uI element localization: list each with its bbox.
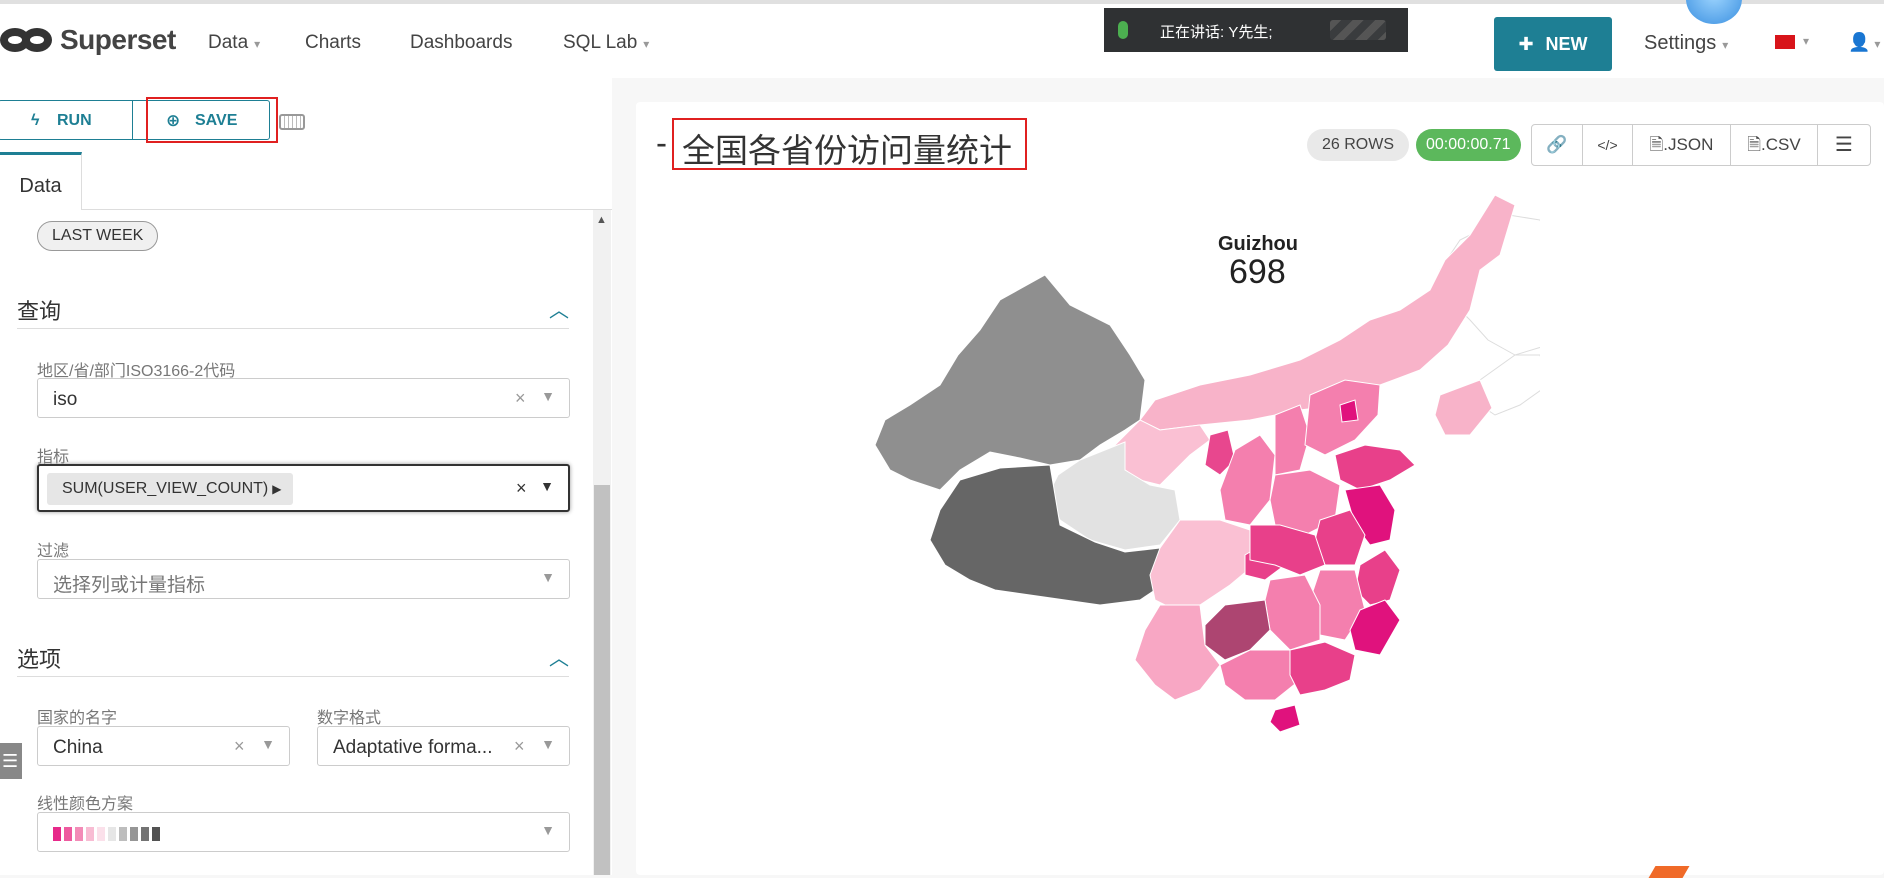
- query-section-title[interactable]: 查询: [17, 294, 61, 326]
- color-swatch: [108, 827, 116, 841]
- province-liaoning[interactable]: [1434, 379, 1493, 436]
- dropdown-arrow-icon[interactable]: ▼: [541, 822, 555, 838]
- color-swatch: [130, 827, 138, 841]
- number-format-select[interactable]: Adaptative forma... × ▼: [317, 726, 570, 766]
- country-value: China: [53, 737, 103, 758]
- json-file-icon: 🗎: [1649, 135, 1664, 154]
- run-button[interactable]: ϟ RUN: [0, 100, 133, 140]
- dropdown-arrow-icon[interactable]: ▼: [541, 569, 555, 585]
- china-province-map[interactable]: [780, 180, 1540, 860]
- dropdown-arrow-icon[interactable]: ▼: [541, 388, 555, 404]
- options-section-title[interactable]: 选项: [17, 642, 61, 674]
- region-code-select[interactable]: iso × ▼: [37, 378, 570, 418]
- nav-data-menu[interactable]: Data: [208, 32, 260, 54]
- csv-download-button[interactable]: 🗎.CSV: [1730, 125, 1817, 165]
- settings-menu[interactable]: Settings: [1644, 32, 1728, 55]
- chevron-up-icon[interactable]: ︿: [549, 642, 569, 671]
- number-format-value: Adaptative forma...: [333, 737, 493, 758]
- color-scheme-label: 线性颜色方案: [37, 796, 134, 813]
- chevron-up-icon[interactable]: ︿: [549, 294, 569, 323]
- voice-notification: 正在讲话: Y先生;: [1104, 8, 1408, 52]
- province-guangdong[interactable]: [1289, 641, 1356, 696]
- menu-icon[interactable]: ☰: [1817, 125, 1870, 165]
- run-button-label: RUN: [57, 112, 92, 129]
- user-menu-icon[interactable]: 👤 ▾: [1848, 32, 1880, 53]
- top-navbar: Superset Data Charts Dashboards SQL Lab …: [0, 0, 1884, 78]
- dropdown-arrow-icon[interactable]: ▼: [541, 736, 555, 752]
- logo-ring-right-icon: [22, 28, 52, 52]
- dropdown-arrow-icon[interactable]: ▼: [261, 736, 275, 752]
- color-scheme-select[interactable]: ▼: [37, 812, 570, 852]
- color-swatch: [64, 827, 72, 841]
- query-timer-badge: 00:00:00.71: [1416, 129, 1521, 161]
- row-count-badge: 26 ROWS: [1307, 129, 1410, 161]
- country-name-label: 国家的名字: [37, 710, 118, 727]
- keyboard-icon[interactable]: [279, 114, 305, 130]
- clear-icon[interactable]: ×: [516, 478, 527, 499]
- chart-actions-group: 🔗 </> 🗎.JSON 🗎.CSV ☰: [1531, 124, 1871, 166]
- bolt-icon: ϟ: [31, 112, 40, 129]
- title-highlight-box: [672, 118, 1027, 170]
- nav-sql-lab-menu[interactable]: SQL Lab: [563, 32, 649, 54]
- province-yunnan[interactable]: [1134, 604, 1221, 701]
- app-name: Superset: [60, 24, 176, 55]
- new-button[interactable]: ✚ NEW: [1494, 17, 1612, 71]
- metric-select[interactable]: SUM(USER_VIEW_COUNT) ▶ × ▼: [37, 464, 570, 512]
- nav-dashboards[interactable]: Dashboards: [410, 32, 512, 54]
- language-caret-icon[interactable]: ▾: [1803, 34, 1809, 48]
- province-hainan[interactable]: [1269, 704, 1301, 733]
- region-code-value: iso: [53, 389, 78, 410]
- code-icon[interactable]: </>: [1582, 125, 1632, 165]
- color-swatch: [152, 827, 160, 841]
- plus-icon: ✚: [1518, 34, 1534, 54]
- nav-charts[interactable]: Charts: [305, 32, 361, 54]
- dropdown-arrow-icon[interactable]: ▼: [540, 478, 554, 494]
- color-swatch: [97, 827, 105, 841]
- new-button-label: NEW: [1545, 34, 1588, 54]
- scroll-up-arrow-icon[interactable]: ▲: [596, 214, 607, 226]
- language-flag-icon[interactable]: [1775, 35, 1795, 49]
- province-shanxi[interactable]: [1274, 404, 1311, 476]
- metric-tag-label: SUM(USER_VIEW_COUNT): [62, 480, 269, 497]
- tab-data[interactable]: Data: [0, 152, 82, 210]
- clear-icon[interactable]: ×: [514, 736, 525, 757]
- section-divider: [17, 676, 569, 677]
- province-hunan[interactable]: [1264, 574, 1321, 651]
- color-swatch: [141, 827, 149, 841]
- csv-button-label: .CSV: [1760, 135, 1801, 154]
- tooltip-region-value: 698: [1229, 253, 1286, 291]
- chart-title-prefix: -: [656, 124, 667, 161]
- country-select[interactable]: China × ▼: [37, 726, 290, 766]
- number-format-label: 数字格式: [317, 710, 382, 727]
- clear-icon[interactable]: ×: [234, 736, 245, 757]
- color-swatch: [53, 827, 61, 841]
- province-shandong[interactable]: [1334, 444, 1416, 491]
- filter-placeholder: 选择列或计量指标: [53, 575, 206, 596]
- csv-file-icon: 🗎: [1747, 135, 1761, 154]
- link-icon[interactable]: 🔗: [1532, 125, 1582, 165]
- color-swatch: [75, 827, 83, 841]
- clear-icon[interactable]: ×: [515, 388, 526, 409]
- filter-label: 过滤: [37, 543, 70, 560]
- color-swatch: [86, 827, 94, 841]
- section-divider: [17, 328, 569, 329]
- metric-tag[interactable]: SUM(USER_VIEW_COUNT) ▶: [47, 473, 294, 505]
- time-range-pill[interactable]: LAST WEEK: [37, 221, 159, 251]
- corner-decoration: [1648, 866, 1690, 878]
- microphone-icon: [1118, 21, 1128, 39]
- filter-select[interactable]: 选择列或计量指标 ▼: [37, 559, 570, 599]
- color-swatch: [119, 827, 127, 841]
- json-download-button[interactable]: 🗎.JSON: [1632, 125, 1730, 165]
- json-button-label: .JSON: [1663, 135, 1714, 154]
- save-highlight-box: [146, 97, 278, 143]
- floating-avatar[interactable]: [1686, 0, 1742, 24]
- notification-text: 正在讲话: Y先生;: [1160, 24, 1273, 41]
- notification-decoration: [1330, 20, 1386, 40]
- collapse-panel-handle-icon[interactable]: ☰: [0, 743, 22, 779]
- caret-right-icon: ▶: [272, 482, 282, 496]
- scrollbar-thumb[interactable]: [594, 485, 610, 875]
